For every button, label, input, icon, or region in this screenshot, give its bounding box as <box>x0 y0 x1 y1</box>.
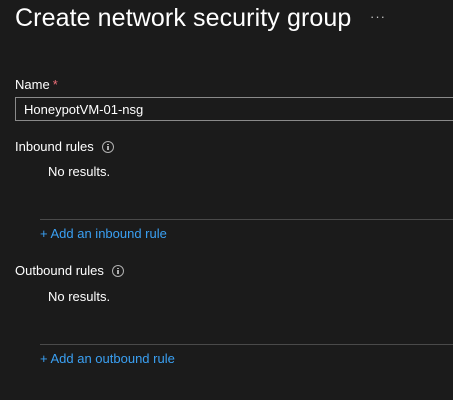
add-outbound-rule-link[interactable]: + Add an outbound rule <box>40 351 175 366</box>
name-label-text: Name <box>15 77 50 92</box>
outbound-rules-header: Outbound rules <box>15 263 124 278</box>
page-title: Create network security group <box>15 4 352 32</box>
add-inbound-rule-link[interactable]: + Add an inbound rule <box>40 226 167 241</box>
inbound-rules-header: Inbound rules <box>15 139 114 154</box>
outbound-rules-label: Outbound rules <box>15 263 104 278</box>
outbound-divider <box>40 344 453 345</box>
inbound-rules-label: Inbound rules <box>15 139 94 154</box>
inbound-empty-message: No results. <box>48 164 111 179</box>
info-icon[interactable] <box>111 264 124 277</box>
more-options-icon[interactable]: ··· <box>370 10 386 24</box>
required-indicator: * <box>52 77 58 92</box>
create-nsg-panel: Create network security group ··· Name * … <box>0 0 453 400</box>
name-field-label: Name * <box>15 77 58 92</box>
outbound-empty-message: No results. <box>48 289 111 304</box>
inbound-divider <box>40 219 453 220</box>
name-input[interactable] <box>15 97 453 121</box>
info-icon[interactable] <box>101 140 114 153</box>
